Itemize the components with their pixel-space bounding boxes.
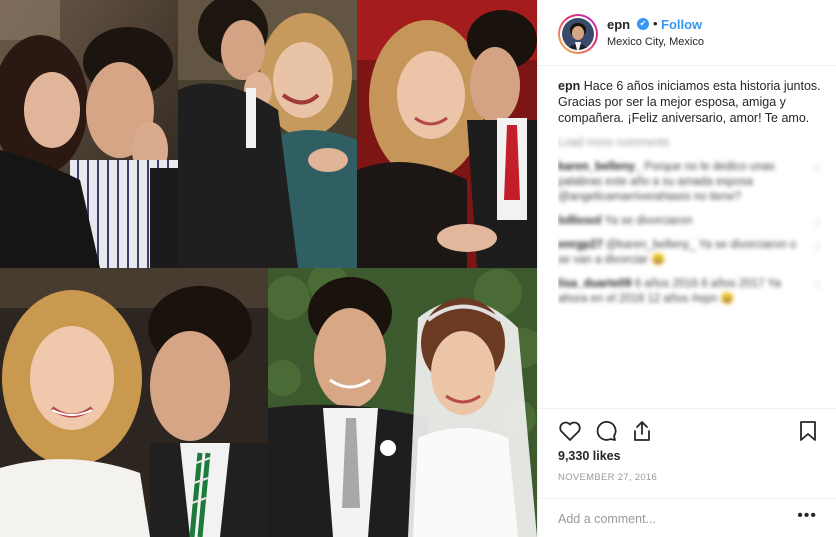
comment-icon[interactable] xyxy=(594,419,618,443)
avatar[interactable] xyxy=(558,14,598,54)
comment-item: lolliosol Ya se divorciaron ♡ xyxy=(558,214,822,229)
add-comment-input[interactable] xyxy=(558,509,778,529)
post-sidebar: epn ✔ • Follow Mexico City, Mexico epn H… xyxy=(537,0,836,537)
follow-button[interactable]: Follow xyxy=(661,17,702,32)
heart-icon[interactable] xyxy=(558,419,582,443)
share-icon[interactable] xyxy=(630,419,654,443)
post-date: NOVEMBER 27, 2016 xyxy=(558,472,658,483)
location-link[interactable]: Mexico City, Mexico xyxy=(607,36,704,48)
comment-username[interactable]: lisa_duarte09 xyxy=(558,278,632,290)
post-caption: epn Hace 6 años iniciamos esta historia … xyxy=(558,78,822,126)
verified-badge-icon: ✔ xyxy=(637,18,649,30)
comment-like-icon[interactable]: ♡ xyxy=(813,216,822,231)
photo-panel-smile xyxy=(0,268,268,537)
photo-panel-kiss xyxy=(0,0,178,268)
comment-text: Ya se divorciaron xyxy=(604,215,693,227)
comment-like-icon[interactable]: ♡ xyxy=(813,279,822,294)
comment-like-icon[interactable]: ♡ xyxy=(813,240,822,255)
comment-like-icon[interactable]: ♡ xyxy=(813,162,822,177)
likes-count[interactable]: 9,330 likes xyxy=(558,449,621,463)
photo-panel-laugh xyxy=(178,0,357,268)
photo-panel-wedding xyxy=(268,268,537,537)
post-actions: 9,330 likes NOVEMBER 27, 2016 ••• xyxy=(538,408,836,537)
add-comment-bar: ••• xyxy=(538,498,836,537)
caption-username[interactable]: epn xyxy=(558,79,580,93)
more-options-icon[interactable]: ••• xyxy=(797,507,817,525)
comment-username[interactable]: enrgp27 xyxy=(558,239,603,251)
caption-text: Hace 6 años iniciamos esta historia junt… xyxy=(558,79,821,125)
separator-dot: • xyxy=(653,16,658,31)
post-header: epn ✔ • Follow Mexico City, Mexico xyxy=(538,0,836,66)
photo-panel-cheek-kiss xyxy=(357,0,537,268)
comment-username[interactable]: lolliosol xyxy=(558,215,601,227)
post-photo[interactable] xyxy=(0,0,537,537)
comment-item: enrgp27 @karen_belleny_ Ya se divorciaro… xyxy=(558,238,822,268)
comment-username[interactable]: karen_belleny_ xyxy=(558,161,641,173)
bookmark-icon[interactable] xyxy=(796,419,820,443)
username-link[interactable]: epn xyxy=(607,17,630,32)
comment-item: karen_belleny_ Porque no le dedico unas … xyxy=(558,160,822,205)
load-more-comments[interactable]: Load more comments xyxy=(558,136,822,151)
comment-item: lisa_duarte09 6 años 2016 6 años 2017 Ya… xyxy=(558,277,822,307)
comments-section: epn Hace 6 años iniciamos esta historia … xyxy=(558,78,822,408)
